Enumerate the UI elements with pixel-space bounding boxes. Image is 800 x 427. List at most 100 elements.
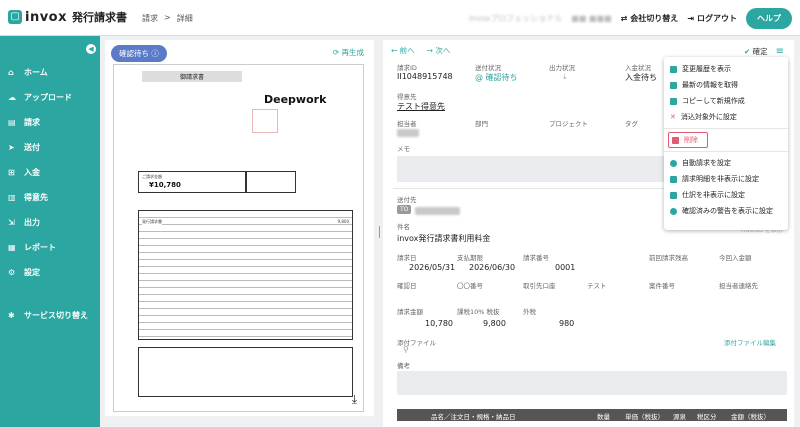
service-switch-button[interactable]: ✱ サービス切り替え xyxy=(0,303,100,328)
col-withholding: 源泉 xyxy=(673,413,686,421)
person-contact-label: 担当者連絡先 xyxy=(719,282,758,290)
send-to-email xyxy=(415,207,460,215)
item-amount: 9,800 xyxy=(337,219,349,224)
status-badge-label: 確認待ち xyxy=(119,49,149,58)
menu-icon[interactable]: ≡ xyxy=(776,46,784,57)
logout-button[interactable]: ⇥ ログアウト xyxy=(687,13,737,24)
this-payment-label: 今回入金額 xyxy=(719,254,752,262)
sidebar-item-send[interactable]: ➤ 送付 xyxy=(0,135,100,160)
menu-item-refresh[interactable]: 最新の情報を取得 xyxy=(664,77,788,93)
send-icon: ➤ xyxy=(8,143,15,152)
menu-separator xyxy=(664,128,788,129)
tax-box xyxy=(246,171,296,193)
user-name: ■■ ■■■ xyxy=(571,14,612,23)
sidebar-item-payment[interactable]: ⊞ 入金 xyxy=(0,160,100,185)
brand-logo[interactable]: ▢ invox 発行請求書 xyxy=(8,9,127,25)
status-badge[interactable]: 確認待ち ⓘ xyxy=(111,45,167,62)
menu-item-label: 消込対象外に設定 xyxy=(680,113,737,121)
sidebar-item-label: 入金 xyxy=(24,168,40,177)
menu-item-label: 仕訳を非表示に設定 xyxy=(682,191,745,199)
amount-label: 請求金額 xyxy=(397,308,423,316)
menu-item-copy[interactable]: コピーして新規作成 xyxy=(664,93,788,109)
menu-item-show-warnings[interactable]: 確認済みの警告を表示に設定 xyxy=(664,203,788,219)
item-table: 発行請求書 9,800 xyxy=(138,210,353,340)
sidebar-item-label: 送付 xyxy=(24,143,40,152)
menu-item-auto-invoice[interactable]: 自動請求を設定 xyxy=(664,155,788,171)
service-name: 発行請求書 xyxy=(72,11,128,24)
refresh-icon xyxy=(670,81,677,89)
send-status-label: 送付状況 xyxy=(475,64,501,72)
send-status-link[interactable]: @ 確認待ち xyxy=(475,72,518,83)
sidebar-item-settings[interactable]: ⚙ 設定 xyxy=(0,260,100,285)
send-to-badge: TO xyxy=(397,205,412,214)
sidebar-item-label: レポート xyxy=(24,243,56,252)
download-icon[interactable]: ⤓ xyxy=(352,392,357,407)
hide-icon xyxy=(670,191,677,199)
logout-label: ログアウト xyxy=(697,14,737,23)
sidebar-item-label: 設定 xyxy=(24,268,40,277)
menu-item-hide-journal[interactable]: 仕訳を非表示に設定 xyxy=(664,187,788,203)
sidebar-item-home[interactable]: ⌂ ホーム xyxy=(0,60,100,85)
item-name: 発行請求書 xyxy=(142,219,162,225)
regenerate-button[interactable]: ⟳ 再生成 xyxy=(333,47,364,58)
sidebar-item-upload[interactable]: ☁ アップロード xyxy=(0,85,100,110)
menu-item-hide-details[interactable]: 請求明細を非表示に設定 xyxy=(664,171,788,187)
oo-no-label: 〇〇番号 xyxy=(457,282,483,290)
amount-box-value: ¥10,780 xyxy=(149,181,181,189)
plan-name: invoxプロフェッショナル xyxy=(468,14,563,23)
menu-item-history[interactable]: 変更履歴を表示 xyxy=(664,61,788,77)
invoice-doc-title: 御請求書 xyxy=(142,71,242,82)
refresh-icon: ⟳ xyxy=(332,48,340,57)
col-qty: 数量 xyxy=(597,413,610,421)
attachment-edit-link[interactable]: 添付ファイル編集 xyxy=(724,337,776,347)
menu-item-label: 自動請求を設定 xyxy=(682,159,731,167)
prev-button[interactable]: ← 前へ xyxy=(391,45,415,56)
invoice-date-label: 請求日 xyxy=(397,254,417,262)
history-icon xyxy=(670,65,677,73)
coin-icon: ⊞ xyxy=(8,168,15,177)
paperclip-icon[interactable]: ⚲ xyxy=(403,345,409,354)
panel-resize-handle[interactable] xyxy=(379,226,380,238)
amount: 10,780 xyxy=(425,319,453,328)
menu-item-delete[interactable]: 削除 xyxy=(668,132,708,148)
menu-item-label: 削除 xyxy=(684,136,698,144)
sidebar-item-output[interactable]: ⇲ 出力 xyxy=(0,210,100,235)
document-icon: ▤ xyxy=(8,118,16,127)
send-to-label: 送付先 xyxy=(397,196,417,204)
tax10: 9,800 xyxy=(483,319,506,328)
switch-company-button[interactable]: ⇄ 会社切り替え xyxy=(621,13,679,24)
sidebar-item-customer[interactable]: ▥ 得意先 xyxy=(0,185,100,210)
hide-icon xyxy=(670,175,677,183)
breadcrumb-invoice[interactable]: 請求 xyxy=(142,13,158,24)
brand-name: invox xyxy=(25,9,68,25)
test-label: テスト xyxy=(587,282,607,290)
project-label: プロジェクト xyxy=(549,120,588,128)
sidebar-item-report[interactable]: ▦ レポート xyxy=(0,235,100,260)
col-unit-price: 単価（税抜） xyxy=(625,413,664,421)
next-button[interactable]: → 次へ xyxy=(427,45,451,56)
sidebar-item-label: 出力 xyxy=(24,218,40,227)
invoice-id-label: 請求ID xyxy=(397,64,417,72)
collapse-sidebar-icon[interactable]: ◀ xyxy=(86,44,96,54)
due-date-label: 支払期限 xyxy=(457,254,483,262)
amount-box-label: ご請求金額 xyxy=(142,174,162,179)
customer-link[interactable]: テスト得意先 xyxy=(397,101,445,112)
logout-icon: ⇥ xyxy=(687,14,694,23)
help-button[interactable]: ヘルプ xyxy=(746,8,792,29)
close-icon: ✕ xyxy=(670,113,676,121)
menu-item-label: 確認済みの警告を表示に設定 xyxy=(682,207,773,215)
item-table-header: 品名／注文日・規格・納品日 数量 単価（税抜） 源泉 税区分 金額（税抜） xyxy=(397,409,787,421)
output-download-icon[interactable]: ⤓ xyxy=(563,72,567,82)
menu-item-label: 請求明細を非表示に設定 xyxy=(682,175,759,183)
tax10-label: 課税10% 税抜 xyxy=(457,308,500,316)
confirm-button[interactable]: ✔ 確定 xyxy=(744,46,768,57)
breadcrumb-detail: 詳細 xyxy=(176,14,193,23)
remarks-field[interactable] xyxy=(397,371,787,395)
invoice-preview-panel: 確認待ち ⓘ ⟳ 再生成 御請求書 Deepwork ご請求金額 ¥10,780… xyxy=(105,40,374,416)
sidebar-item-label: 請求 xyxy=(24,118,40,127)
menu-item-exclude[interactable]: ✕ 消込対象外に設定 xyxy=(664,109,788,125)
cloud-upload-icon: ☁ xyxy=(8,93,16,102)
sidebar-item-invoice[interactable]: ▤ 請求 xyxy=(0,110,100,135)
customer-label: 得意先 xyxy=(397,93,417,101)
chart-icon: ▦ xyxy=(8,243,16,252)
